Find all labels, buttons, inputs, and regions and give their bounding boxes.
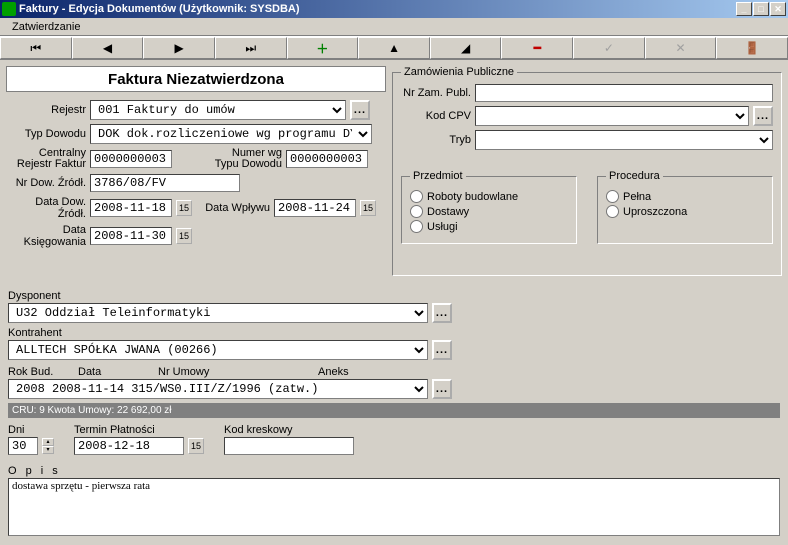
label-kod-kreskowy: Kod kreskowy <box>224 424 354 436</box>
data-ksiegowania-cal-button[interactable]: 15 <box>176 228 192 244</box>
prev-icon: ◀ <box>103 41 112 55</box>
dni-input[interactable] <box>8 437 38 455</box>
edit-icon: ◢ <box>461 41 470 55</box>
nr-zam-input[interactable] <box>475 84 773 102</box>
nav-next-button[interactable]: ▶ <box>143 37 215 59</box>
nr-dow-zrodl-input[interactable] <box>90 174 240 192</box>
data-dow-zrodl-input[interactable] <box>90 199 172 217</box>
label-kod-cpv: Kod CPV <box>401 110 471 122</box>
menubar: Zatwierdzanie <box>0 18 788 36</box>
rejestr-lookup-button[interactable]: ... <box>350 100 370 120</box>
przedmiot-group: Przedmiot Roboty budowlane Dostawy Usług… <box>401 170 577 244</box>
label-nr-umowy: Nr Umowy <box>158 366 298 378</box>
calendar-icon: 15 <box>363 203 373 213</box>
label-tryb: Tryb <box>401 134 471 146</box>
procedura-uproszczona[interactable]: Uproszczona <box>606 205 764 218</box>
door-icon: 🚪 <box>745 41 760 55</box>
kod-cpv-lookup-button[interactable]: ... <box>753 106 773 126</box>
minus-icon: ━ <box>534 41 541 55</box>
nav-last-button[interactable]: ⏭ <box>215 37 287 59</box>
przedmiot-uslugi[interactable]: Usługi <box>410 220 568 233</box>
centralny-rejestr-input[interactable] <box>90 150 172 168</box>
label-data-ksiegowania: Data Księgowania <box>6 224 86 248</box>
dysponent-lookup-button[interactable]: ... <box>432 303 452 323</box>
maximize-button[interactable]: □ <box>753 2 769 16</box>
first-icon: ⏮ <box>30 41 41 56</box>
add-button[interactable]: ＋ <box>287 37 359 59</box>
nav-first-button[interactable]: ⏮ <box>0 37 72 59</box>
label-data-dow-zrodl: Data Dow. Źródł. <box>6 196 86 220</box>
minimize-button[interactable]: _ <box>736 2 752 16</box>
legend-procedura: Procedura <box>606 170 663 182</box>
data-ksiegowania-input[interactable] <box>90 227 172 245</box>
label-rejestr: Rejestr <box>6 104 86 116</box>
legend-zamowienia: Zamówienia Publiczne <box>401 66 517 78</box>
edit-button[interactable]: ◢ <box>430 37 502 59</box>
kod-cpv-select[interactable] <box>475 106 749 126</box>
numer-wg-input[interactable] <box>286 150 368 168</box>
rejestr-select[interactable]: 001 Faktury do umów <box>90 100 346 120</box>
label-numer-wg-2: Typu Dowodu <box>196 159 282 170</box>
delete-button[interactable]: ━ <box>501 37 573 59</box>
next-icon: ▶ <box>174 41 183 55</box>
label-opis: O p i s <box>8 465 780 477</box>
label-data: Data <box>78 366 138 378</box>
umowa-select[interactable]: 2008 2008-11-14 315/WS0.III/Z/1996 (zatw… <box>8 379 428 399</box>
kod-kreskowy-input[interactable] <box>224 437 354 455</box>
label-kontrahent: Kontrahent <box>8 327 780 339</box>
zamowienia-publiczne-group: Zamówienia Publiczne Nr Zam. Publ. Kod C… <box>392 66 782 276</box>
check-icon: ✓ <box>604 41 614 55</box>
label-aneks: Aneks <box>318 366 349 378</box>
calendar-icon: 15 <box>191 441 201 451</box>
app-icon <box>2 2 16 16</box>
kontrahent-lookup-button[interactable]: ... <box>432 340 452 360</box>
calendar-icon: 15 <box>179 203 189 213</box>
spin-up-icon: ▴ <box>42 438 54 446</box>
termin-platnosci-input[interactable] <box>74 437 184 455</box>
tryb-select[interactable] <box>475 130 773 150</box>
header-title: Faktura Niezatwierdzona <box>6 66 386 92</box>
menu-zatwierdzanie[interactable]: Zatwierdzanie <box>6 20 86 34</box>
exit-button[interactable]: 🚪 <box>716 37 788 59</box>
data-wplywu-input[interactable] <box>274 199 356 217</box>
opis-textarea[interactable] <box>8 478 780 536</box>
kontrahent-select[interactable]: ALLTECH SPÓŁKA JWANA (00266) <box>8 340 428 360</box>
przedmiot-dostawy[interactable]: Dostawy <box>410 205 568 218</box>
up-button[interactable]: ▲ <box>358 37 430 59</box>
status-strip: CRU: 9 Kwota Umowy: 22 692,00 zł <box>8 403 780 418</box>
label-data-wplywu: Data Wpływu <box>200 202 270 214</box>
label-typ-dowodu: Typ Dowodu <box>6 128 86 140</box>
data-dow-zrodl-cal-button[interactable]: 15 <box>176 200 192 216</box>
label-nr-zam: Nr Zam. Publ. <box>401 87 471 99</box>
plus-icon: ＋ <box>316 40 328 57</box>
procedura-pelna[interactable]: Pełna <box>606 190 764 203</box>
nav-prev-button[interactable]: ◀ <box>72 37 144 59</box>
titlebar: Faktury - Edycja Dokumentów (Użytkownik:… <box>0 0 788 18</box>
legend-przedmiot: Przedmiot <box>410 170 466 182</box>
label-termin-platnosci: Termin Płatności <box>74 424 204 436</box>
dni-spinner[interactable]: ▴▾ <box>42 438 54 454</box>
label-dysponent: Dysponent <box>8 290 780 302</box>
x-icon: ✕ <box>676 41 686 55</box>
dysponent-select[interactable]: U32 Oddział Teleinformatyki <box>8 303 428 323</box>
calendar-icon: 15 <box>179 231 189 241</box>
window-title: Faktury - Edycja Dokumentów (Użytkownik:… <box>19 3 736 15</box>
spin-down-icon: ▾ <box>42 446 54 454</box>
label-centralny-2: Rejestr Faktur <box>6 159 86 170</box>
up-icon: ▲ <box>388 41 400 55</box>
toolbar: ⏮ ◀ ▶ ⏭ ＋ ▲ ◢ ━ ✓ ✕ 🚪 <box>0 36 788 60</box>
data-wplywu-cal-button[interactable]: 15 <box>360 200 376 216</box>
procedura-group: Procedura Pełna Uproszczona <box>597 170 773 244</box>
label-nr-dow-zrodl: Nr Dow. Źródł. <box>6 177 86 189</box>
label-dni: Dni <box>8 424 54 436</box>
last-icon: ⏭ <box>245 41 256 56</box>
close-button[interactable]: ✕ <box>770 2 786 16</box>
umowa-lookup-button[interactable]: ... <box>432 379 452 399</box>
cancel-button[interactable]: ✕ <box>645 37 717 59</box>
termin-platnosci-cal-button[interactable]: 15 <box>188 438 204 454</box>
label-rok-bud: Rok Bud. <box>8 366 58 378</box>
typ-dowodu-select[interactable]: DOK dok.rozliczeniowe wg programu DYS <box>90 124 372 144</box>
przedmiot-roboty[interactable]: Roboty budowlane <box>410 190 568 203</box>
confirm-button[interactable]: ✓ <box>573 37 645 59</box>
